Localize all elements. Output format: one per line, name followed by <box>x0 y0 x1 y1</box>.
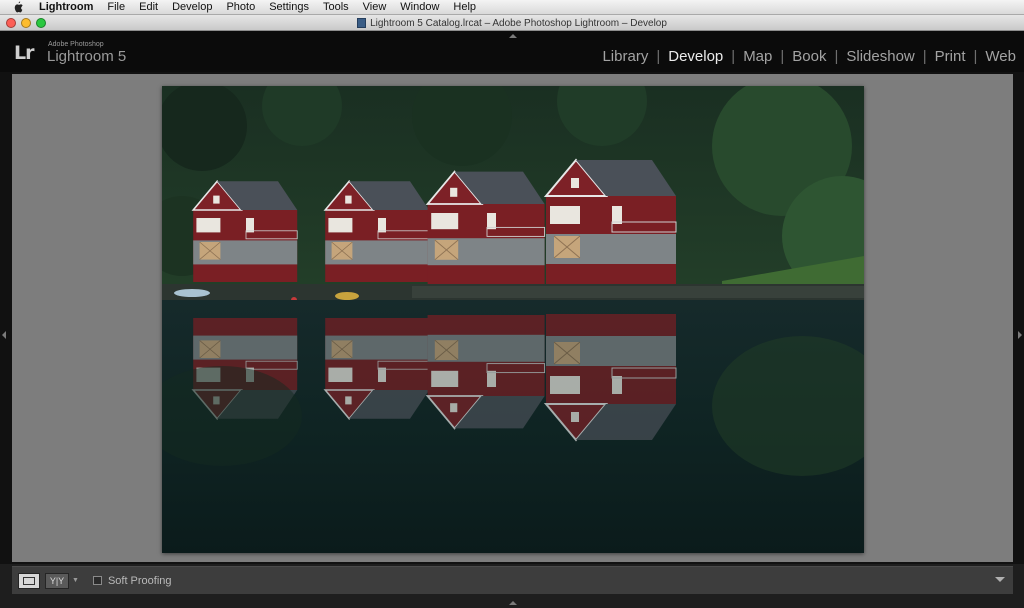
soft-proofing-label: Soft Proofing <box>107 574 172 587</box>
module-separator: | <box>834 48 839 65</box>
module-picker: Library | Develop | Map | Book | Slidesh… <box>602 48 1016 65</box>
right-panel-toggle-arrow-icon[interactable] <box>1018 331 1022 339</box>
module-web[interactable]: Web <box>985 48 1016 65</box>
soft-proofing-checkbox[interactable] <box>92 576 102 585</box>
module-print[interactable]: Print <box>935 48 966 65</box>
identity-vendor: Adobe Photoshop <box>48 41 104 48</box>
menu-edit[interactable]: Edit <box>132 0 165 15</box>
lightroom-logo: Lr <box>14 42 35 64</box>
left-panel-toggle-arrow-icon[interactable] <box>2 331 6 339</box>
loupe-view-icon <box>23 576 35 585</box>
identity-product: Lightroom 5 <box>47 48 127 65</box>
menu-file[interactable]: File <box>100 0 132 15</box>
menu-window[interactable]: Window <box>393 0 446 15</box>
develop-toolbar: Y|Y ▼ Soft Proofing <box>12 566 1013 594</box>
photo-preview[interactable] <box>162 86 864 553</box>
module-slideshow[interactable]: Slideshow <box>846 48 914 65</box>
apple-icon[interactable] <box>8 0 28 15</box>
loupe-view-button[interactable] <box>18 572 40 589</box>
window-title: Lightroom 5 Catalog.lrcat – Adobe Photos… <box>370 17 667 29</box>
menu-view[interactable]: View <box>356 0 394 15</box>
menu-tools[interactable]: Tools <box>316 0 356 15</box>
module-separator: | <box>731 48 736 65</box>
menu-app-lightroom[interactable]: Lightroom <box>32 0 100 15</box>
menu-settings[interactable]: Settings <box>262 0 316 15</box>
menu-photo[interactable]: Photo <box>219 0 262 15</box>
menu-bar: Lightroom File Edit Develop Photo Settin… <box>0 0 1024 15</box>
document-icon <box>357 18 367 28</box>
module-map[interactable]: Map <box>743 48 772 65</box>
filmstrip-toggle-arrow-icon[interactable] <box>509 601 517 605</box>
module-develop[interactable]: Develop <box>668 48 723 65</box>
module-library[interactable]: Library <box>602 48 648 65</box>
module-separator: | <box>973 48 978 65</box>
window-title-bar: Lightroom 5 Catalog.lrcat – Adobe Photos… <box>0 15 1024 31</box>
before-after-button[interactable]: Y|Y <box>45 572 69 589</box>
fjord-boathouses-photo <box>162 86 864 553</box>
module-book[interactable]: Book <box>792 48 826 65</box>
menu-develop[interactable]: Develop <box>165 0 219 15</box>
module-separator: | <box>922 48 927 65</box>
before-after-dropdown-icon[interactable]: ▼ <box>72 577 79 584</box>
toolbar-options-dropdown-icon[interactable] <box>995 577 1005 582</box>
top-panel-toggle-arrow-icon[interactable] <box>509 34 517 38</box>
module-separator: | <box>656 48 661 65</box>
module-separator: | <box>780 48 785 65</box>
menu-help[interactable]: Help <box>446 0 483 15</box>
